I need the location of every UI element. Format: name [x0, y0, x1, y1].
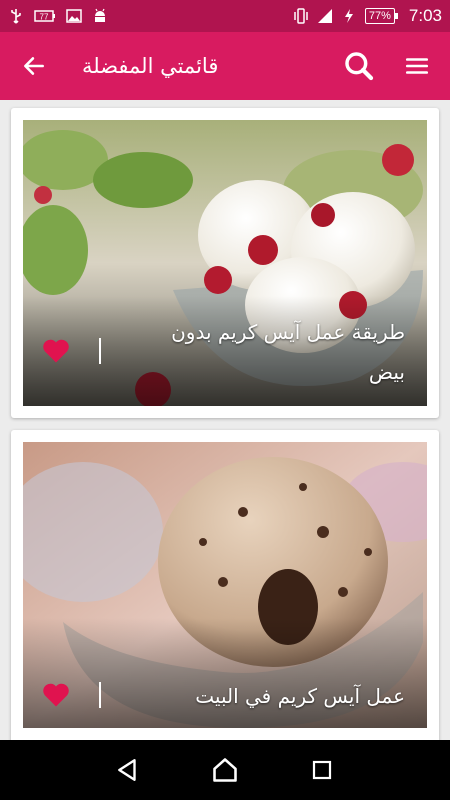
svg-text:77: 77 — [40, 13, 49, 22]
status-bar: 77 77% 7:03 — [0, 0, 450, 32]
page-title: قائمتي المفضلة — [82, 54, 219, 78]
back-button[interactable] — [0, 32, 68, 100]
square-recents-icon — [312, 760, 331, 780]
nav-back-button[interactable] — [108, 750, 148, 790]
android-icon — [95, 8, 105, 22]
hamburger-menu-icon — [405, 58, 429, 74]
recipe-title[interactable]: طريقة عمل آيس كريم بدون بيض — [135, 312, 405, 392]
signal-icon — [317, 9, 332, 23]
arrow-left-icon — [24, 57, 44, 75]
nav-home-button[interactable] — [205, 750, 245, 790]
title-divider — [99, 682, 101, 708]
app-bar: قائمتي المفضلة — [0, 32, 450, 100]
favorites-list[interactable]: طريقة عمل آيس كريم بدون بيض عمل آيس كريم… — [0, 100, 450, 740]
recipe-card[interactable]: طريقة عمل آيس كريم بدون بيض — [11, 108, 439, 418]
heart-icon[interactable] — [41, 680, 71, 708]
recipe-image[interactable]: طريقة عمل آيس كريم بدون بيض — [23, 120, 427, 406]
recipe-card[interactable]: عمل آيس كريم في البيت — [11, 430, 439, 740]
home-icon — [213, 758, 237, 782]
clock: 7:03 — [408, 6, 442, 25]
image-icon — [66, 9, 82, 23]
recipe-image[interactable]: عمل آيس كريم في البيت — [23, 442, 427, 728]
battery-saver-icon: 77 — [34, 10, 55, 22]
nav-recents-button[interactable] — [302, 750, 342, 790]
search-icon — [345, 52, 374, 81]
charging-icon — [344, 9, 353, 23]
menu-button[interactable] — [388, 32, 446, 100]
battery-level: 77% — [364, 8, 398, 24]
vibrate-icon — [294, 8, 308, 24]
heart-icon[interactable] — [41, 336, 71, 364]
recipe-title[interactable]: عمل آيس كريم في البيت — [135, 676, 405, 716]
navigation-bar — [0, 740, 450, 800]
title-divider — [99, 338, 101, 364]
triangle-back-icon — [118, 759, 137, 781]
search-button[interactable] — [330, 32, 388, 100]
usb-icon — [11, 9, 21, 24]
